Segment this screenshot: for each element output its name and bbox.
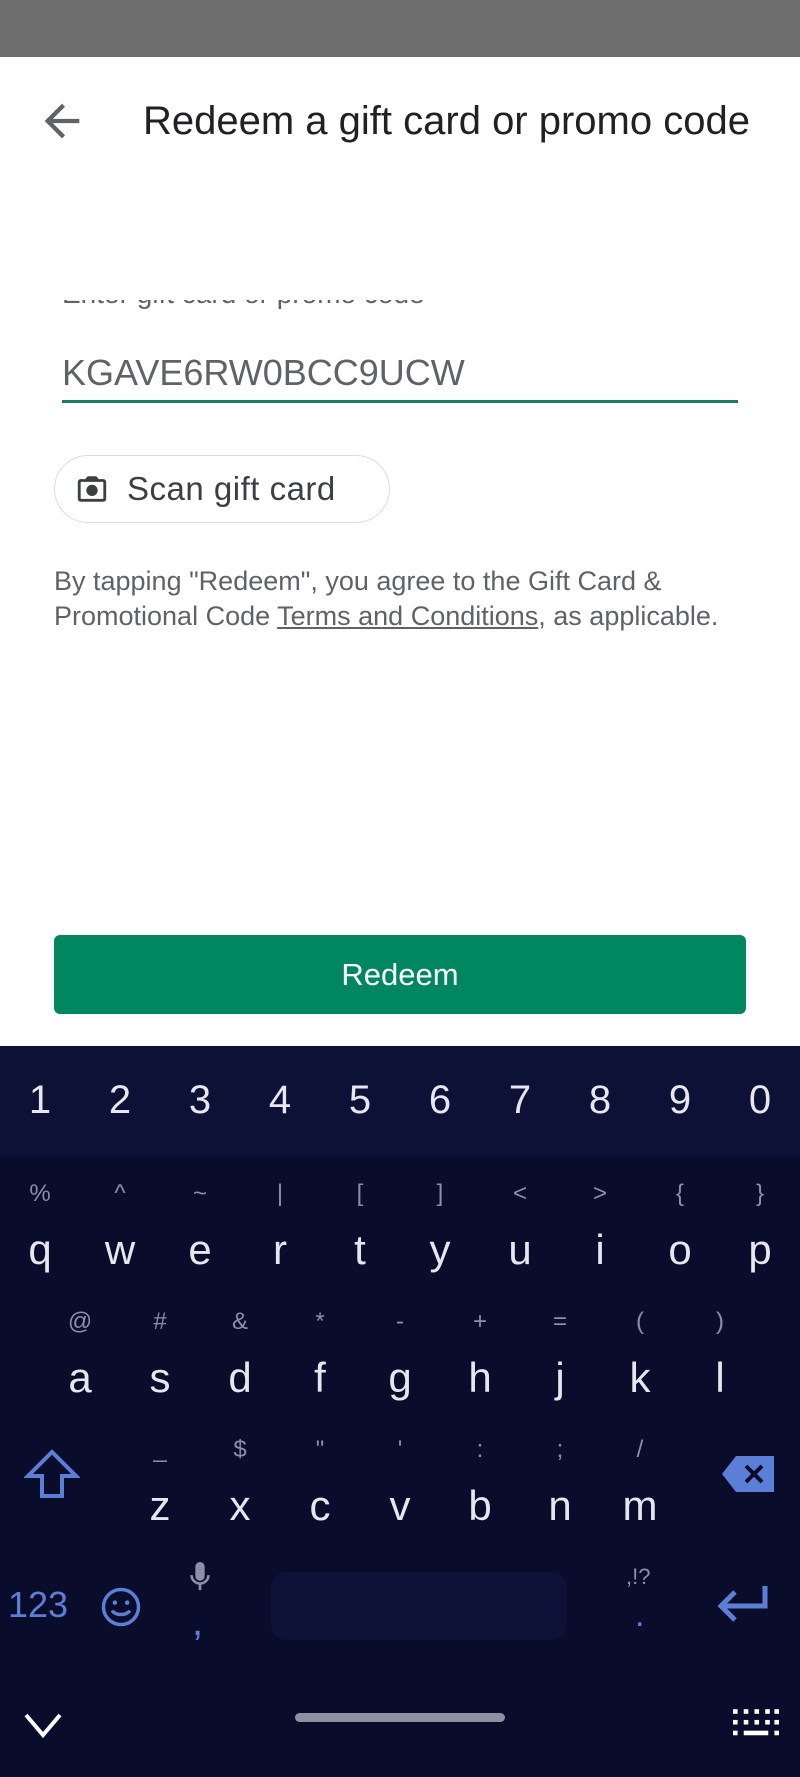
key-z[interactable]: z — [120, 1482, 200, 1530]
backspace-icon[interactable] — [722, 1456, 774, 1492]
key-8[interactable]: 8 — [560, 1078, 640, 1123]
key-u[interactable]: u — [480, 1226, 560, 1274]
key-7[interactable]: 7 — [480, 1078, 560, 1123]
key-y[interactable]: y — [400, 1226, 480, 1274]
navigation-handle[interactable] — [295, 1713, 505, 1722]
key-x[interactable]: x — [200, 1482, 280, 1530]
period-key[interactable]: . — [635, 1596, 644, 1635]
key-9[interactable]: 9 — [640, 1078, 720, 1123]
terms-suffix: , as applicable. — [538, 601, 719, 631]
arrow-left-icon[interactable] — [36, 95, 88, 147]
key-c[interactable]: c — [280, 1482, 360, 1530]
key-e[interactable]: e — [160, 1226, 240, 1274]
key-j[interactable]: j — [520, 1354, 600, 1402]
keyboard-switch-icon[interactable] — [733, 1709, 779, 1737]
key-5[interactable]: 5 — [320, 1078, 400, 1123]
key-4[interactable]: 4 — [240, 1078, 320, 1123]
key-hint: @ — [67, 1308, 93, 1335]
key-hint: _ — [153, 1436, 167, 1463]
key-hint: [ — [356, 1180, 364, 1207]
key-h[interactable]: h — [440, 1354, 520, 1402]
microphone-icon — [190, 1562, 210, 1591]
terms-link[interactable]: Terms and Conditions — [277, 601, 538, 631]
key-0[interactable]: 0 — [720, 1078, 800, 1123]
shift-icon[interactable] — [24, 1448, 80, 1500]
key-hint: " — [315, 1436, 325, 1463]
symbols-key[interactable]: 123 — [8, 1584, 68, 1626]
key-g[interactable]: g — [360, 1354, 440, 1402]
key-2[interactable]: 2 — [80, 1078, 160, 1123]
scan-label: Scan gift card — [127, 470, 336, 507]
key-l[interactable]: l — [680, 1354, 760, 1402]
key-hint: = — [552, 1308, 567, 1335]
key-hint: - — [396, 1308, 404, 1335]
key-v[interactable]: v — [360, 1482, 440, 1530]
key-p[interactable]: p — [720, 1226, 800, 1274]
key-hint: < — [512, 1180, 527, 1207]
key-hint: + — [472, 1308, 487, 1335]
key-hint: * — [315, 1308, 325, 1335]
key-hint: / — [636, 1436, 644, 1463]
key-hint: ) — [716, 1308, 724, 1335]
key-d[interactable]: d — [200, 1354, 280, 1402]
key-hint: # — [153, 1308, 167, 1335]
field-label: Enter gift card or promo code — [62, 300, 662, 314]
key-a[interactable]: a — [40, 1354, 120, 1402]
key-hint: { — [675, 1180, 684, 1207]
key-hint: ^ — [114, 1180, 126, 1207]
terms-text: By tapping "Redeem", you agree to the Gi… — [54, 564, 744, 634]
key-n[interactable]: n — [520, 1482, 600, 1530]
key-hint: : — [476, 1436, 484, 1463]
key-w[interactable]: w — [80, 1226, 160, 1274]
key-q[interactable]: q — [0, 1226, 80, 1274]
key-t[interactable]: t — [320, 1226, 400, 1274]
key-1[interactable]: 1 — [0, 1078, 80, 1123]
chevron-down-icon[interactable] — [24, 1713, 62, 1739]
enter-icon[interactable] — [715, 1582, 771, 1630]
punctuation-hint: ,!? — [626, 1564, 651, 1589]
comma-key[interactable]: , — [192, 1600, 203, 1645]
key-i[interactable]: i — [560, 1226, 640, 1274]
number-row: 1234567890 — [0, 1046, 800, 1156]
space-bar[interactable] — [271, 1572, 567, 1640]
camera-icon — [77, 476, 107, 502]
key-f[interactable]: f — [280, 1354, 360, 1402]
key-hint: > — [592, 1180, 607, 1207]
scan-gift-card-button[interactable]: Scan gift card — [54, 455, 390, 523]
key-k[interactable]: k — [600, 1354, 680, 1402]
page-title: Redeem a gift card or promo code — [143, 99, 750, 143]
key-b[interactable]: b — [440, 1482, 520, 1530]
key-hint: } — [755, 1180, 764, 1207]
key-6[interactable]: 6 — [400, 1078, 480, 1123]
key-hint: ; — [556, 1436, 564, 1463]
key-3[interactable]: 3 — [160, 1078, 240, 1123]
key-hint: | — [276, 1180, 284, 1207]
key-hint: & — [231, 1308, 248, 1335]
key-hint: ' — [397, 1436, 403, 1463]
status-bar — [0, 0, 800, 57]
key-hint: ] — [436, 1180, 444, 1207]
key-hint: ( — [636, 1308, 644, 1335]
key-hint: $ — [233, 1436, 247, 1463]
redeem-button[interactable]: Redeem — [54, 935, 746, 1014]
key-hint: % — [29, 1180, 51, 1207]
key-m[interactable]: m — [600, 1482, 680, 1530]
key-o[interactable]: o — [640, 1226, 720, 1274]
code-input[interactable] — [62, 346, 738, 403]
key-s[interactable]: s — [120, 1354, 200, 1402]
key-hint: ~ — [192, 1180, 207, 1207]
emoji-icon[interactable] — [100, 1586, 142, 1628]
key-r[interactable]: r — [240, 1226, 320, 1274]
keyboard: 1234567890 % q ^ w ~ e | r[t] y < u > i{o} p @ a # s & d * f -… — [0, 1046, 800, 1777]
